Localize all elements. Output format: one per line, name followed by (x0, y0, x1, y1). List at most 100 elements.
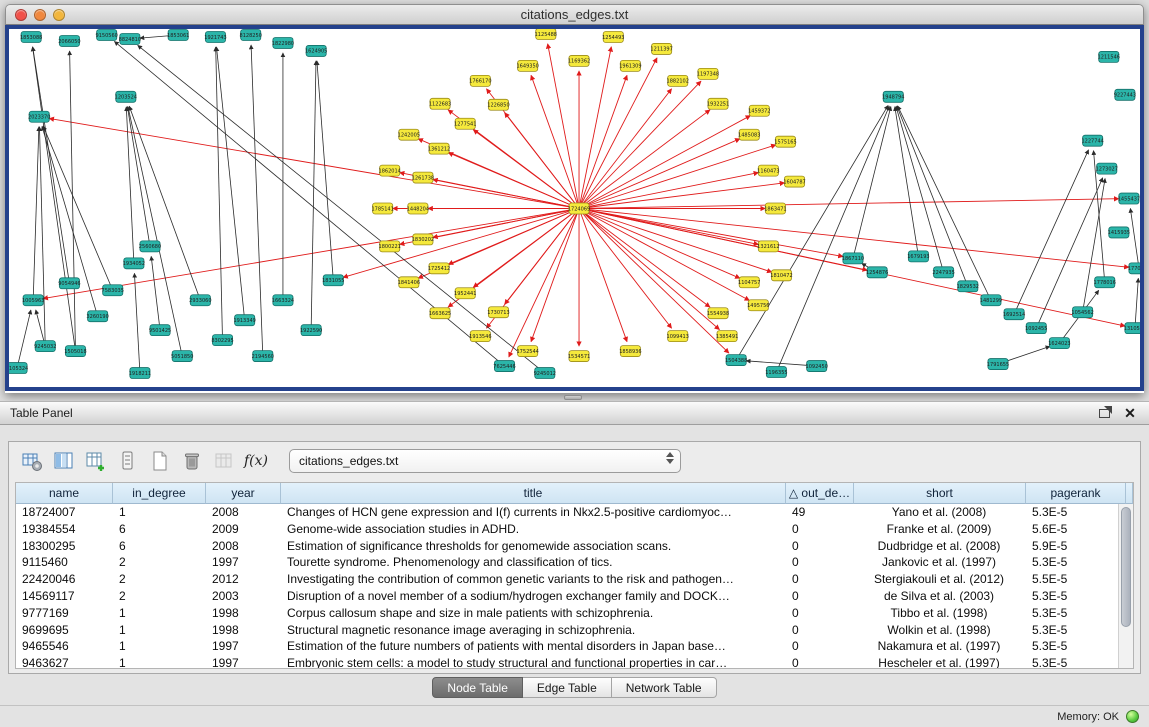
table-row[interactable]: 977716911998Corpus callosum shape and si… (16, 605, 1133, 622)
graph-node[interactable]: 1785141 (371, 203, 393, 214)
graph-edge[interactable] (579, 208, 867, 270)
graph-node[interactable]: 1169362 (568, 55, 590, 66)
graph-node[interactable]: 1455437 (1118, 193, 1140, 204)
column-header-name[interactable]: name (16, 483, 113, 504)
graph-edge[interactable] (531, 75, 579, 208)
graph-edge[interactable] (251, 45, 263, 356)
graph-node[interactable]: 1534571 (568, 351, 590, 362)
graph-edge[interactable] (448, 208, 579, 264)
graph-node[interactable]: 1725412 (428, 263, 450, 274)
graph-edge[interactable] (736, 105, 888, 360)
close-panel-icon[interactable]: ✕ (1121, 405, 1139, 421)
graph-node[interactable]: 1197348 (697, 68, 719, 79)
graph-node[interactable]: 1663625 (429, 308, 451, 319)
graph-edge[interactable] (579, 208, 719, 329)
graph-edge[interactable] (433, 208, 579, 237)
graph-node[interactable]: 9245032 (34, 341, 56, 352)
graph-node[interactable]: 7625446 (493, 361, 515, 372)
minimize-window-icon[interactable] (34, 9, 46, 21)
graph-edge[interactable] (579, 208, 749, 300)
graph-edge[interactable] (579, 116, 750, 209)
new-table-icon[interactable] (147, 448, 173, 474)
graph-edge[interactable] (579, 58, 657, 209)
graph-node[interactable]: 1918211 (129, 368, 151, 379)
table-row[interactable]: 1830029562008Estimation of significance … (16, 538, 1133, 555)
graph-node[interactable]: 1361212 (428, 143, 450, 154)
graph-node[interactable]: 1211397 (650, 43, 672, 54)
graph-node[interactable]: 2066050 (58, 35, 80, 46)
graph-node[interactable]: 1853061 (167, 29, 189, 40)
graph-node[interactable]: 9245012 (534, 368, 556, 379)
graph-edge[interactable] (579, 173, 758, 209)
graph-node[interactable]: 1921743 (204, 31, 226, 42)
graph-node[interactable]: 1770542 (1128, 263, 1140, 274)
table-row[interactable]: 946554611997Estimation of the future num… (16, 638, 1133, 655)
graph-node[interactable]: 1277541 (454, 118, 476, 129)
table-row[interactable]: 1938455462009Genome-wide association stu… (16, 521, 1133, 538)
graph-node[interactable]: 1505018 (64, 346, 86, 357)
splitter-grip-icon[interactable] (564, 395, 582, 400)
graph-node[interactable]: 1321612 (757, 241, 779, 252)
graph-edge[interactable] (579, 81, 701, 208)
graph-node[interactable]: 1724069 (568, 203, 590, 214)
graph-node[interactable]: 1254493 (602, 31, 624, 42)
table-row[interactable]: 946362711997Embryonic stem cells: a mode… (16, 655, 1133, 668)
graph-node[interactable]: 1385491 (716, 331, 738, 342)
graph-node[interactable]: 1663324 (272, 295, 294, 306)
graph-node[interactable]: 1273027 (1096, 163, 1118, 174)
graph-node[interactable]: 3260190 (86, 311, 108, 322)
graph-node[interactable]: 1203524 (115, 91, 137, 102)
table-selector-combobox[interactable]: citations_edges.txt (289, 449, 681, 473)
graph-node[interactable]: 1099413 (667, 331, 689, 342)
graph-edge[interactable] (39, 127, 45, 346)
graph-node[interactable]: 1604787 (783, 176, 805, 187)
graph-node[interactable]: 1104757 (738, 277, 760, 288)
table-row[interactable]: 2242004622012Investigating the contribut… (16, 571, 1133, 588)
graph-node[interactable]: 1005963 (22, 295, 44, 306)
graph-node[interactable]: 1254876 (866, 267, 888, 278)
graph-node[interactable]: 2933060 (189, 295, 211, 306)
new-column-icon[interactable] (83, 448, 109, 474)
graph-node[interactable]: 1226850 (487, 99, 509, 110)
close-window-icon[interactable] (15, 9, 27, 21)
graph-edge[interactable] (579, 183, 785, 209)
rows-icon[interactable] (115, 448, 141, 474)
graph-node[interactable]: 1867110 (842, 253, 864, 264)
column-header-year[interactable]: year (206, 483, 281, 504)
graph-node[interactable]: 1624023 (1048, 338, 1070, 349)
graph-node[interactable]: 1961309 (619, 60, 641, 71)
graph-edge[interactable] (317, 61, 333, 280)
graph-edge[interactable] (579, 110, 710, 209)
graph-node[interactable]: 1692514 (1003, 309, 1025, 320)
graph-node[interactable]: 1122683 (429, 98, 451, 109)
table-row[interactable]: 1456911722003Disruption of a novel membe… (16, 588, 1133, 605)
graph-node[interactable]: 1092450 (806, 361, 828, 372)
window-titlebar[interactable]: citations_edges.txt (5, 4, 1144, 25)
graph-edge[interactable] (216, 47, 223, 340)
graph-node[interactable]: 1853088 (20, 31, 42, 42)
tab-edge-table[interactable]: Edge Table (523, 677, 612, 698)
graph-node[interactable]: 1481299 (980, 295, 1002, 306)
graph-edge[interactable] (1135, 278, 1138, 328)
graph-node[interactable]: 8302295 (211, 335, 233, 346)
graph-node[interactable]: 2023370 (28, 111, 50, 122)
graph-edge[interactable] (343, 208, 579, 277)
graph-edge[interactable] (579, 208, 772, 272)
graph-node[interactable]: 1913349 (233, 315, 255, 326)
graph-node[interactable]: 5051850 (171, 351, 193, 362)
graph-node[interactable]: 1485083 (738, 129, 760, 140)
graph-node[interactable]: 1310554 (1124, 323, 1140, 334)
graph-node[interactable]: 9501425 (149, 325, 171, 336)
function-builder-icon[interactable]: f(x) (243, 448, 269, 474)
graph-edge[interactable] (151, 256, 160, 330)
graph-node[interactable]: 1211546 (1098, 51, 1120, 62)
graph-node[interactable]: 9227443 (1114, 89, 1136, 100)
graph-edge[interactable] (129, 106, 200, 300)
graph-node[interactable]: 1863471 (764, 203, 786, 214)
graph-edge[interactable] (33, 47, 70, 283)
graph-node[interactable]: 1934052 (123, 258, 145, 269)
graph-node[interactable]: 1948794 (882, 91, 904, 102)
graph-node[interactable]: 2194560 (252, 351, 274, 362)
graph-node[interactable]: 1800221 (378, 241, 400, 252)
graph-edge[interactable] (895, 107, 919, 257)
